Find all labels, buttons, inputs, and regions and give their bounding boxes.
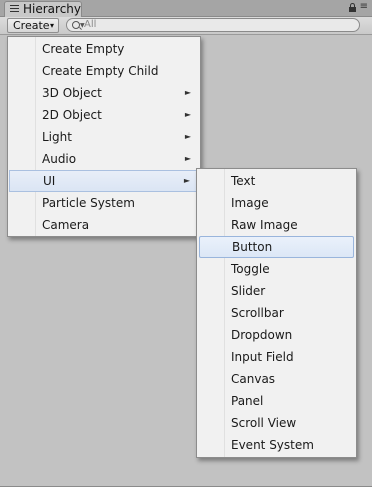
menu-item-label: Image [231,196,269,210]
menu-item-label: 3D Object [42,86,102,100]
menu-item-label: Create Empty [42,42,125,56]
menu-item-label: Input Field [231,350,294,364]
menu-item-label: Button [232,240,273,254]
menu-item-label: Scroll View [231,416,297,430]
lock-icon[interactable] [349,3,356,12]
submenu-item-button[interactable]: Button [199,236,354,258]
window-tab-bar: Hierarchy ≡ [0,0,372,17]
hierarchy-toolbar: Create ▾ ▼ [0,17,372,35]
list-icon [10,5,19,13]
submenu-item-raw-image[interactable]: Raw Image [197,214,356,236]
submenu-arrow-icon: ► [184,88,191,97]
create-menu: Create Empty Create Empty Child 3D Objec… [7,36,201,237]
menu-item-camera[interactable]: Camera [8,214,200,236]
menu-item-label: Scrollbar [231,306,284,320]
submenu-item-panel[interactable]: Panel [197,390,356,412]
menu-item-label: Raw Image [231,218,298,232]
menu-item-label: Slider [231,284,266,298]
chevron-down-icon: ▾ [49,21,54,30]
submenu-arrow-icon: ► [183,176,190,185]
submenu-arrow-icon: ► [184,154,191,163]
menu-item-label: Canvas [231,372,276,386]
menu-item-label: Light [42,130,72,144]
submenu-arrow-icon: ► [184,132,191,141]
menu-item-label: UI [43,174,56,188]
submenu-item-toggle[interactable]: Toggle [197,258,356,280]
menu-item-label: 2D Object [42,108,102,122]
menu-item-label: Create Empty Child [42,64,159,78]
menu-item-label: Toggle [231,262,270,276]
create-dropdown-button[interactable]: Create ▾ [7,18,59,33]
menu-item-light[interactable]: Light ► [8,126,200,148]
menu-item-2d-object[interactable]: 2D Object ► [8,104,200,126]
submenu-item-input-field[interactable]: Input Field [197,346,356,368]
submenu-item-event-system[interactable]: Event System [197,434,356,456]
search-input[interactable] [84,19,344,31]
menu-item-audio[interactable]: Audio ► [8,148,200,170]
menu-item-label: Text [231,174,256,188]
submenu-item-image[interactable]: Image [197,192,356,214]
menu-item-label: Panel [231,394,264,408]
menu-item-label: Camera [42,218,90,232]
ui-submenu: Text Image Raw Image Button Toggle Slide… [196,168,357,458]
submenu-item-text[interactable]: Text [197,170,356,192]
submenu-item-dropdown[interactable]: Dropdown [197,324,356,346]
submenu-item-canvas[interactable]: Canvas [197,368,356,390]
submenu-item-scrollbar[interactable]: Scrollbar [197,302,356,324]
search-icon[interactable] [72,21,80,29]
create-button-label: Create [13,19,50,32]
menu-item-ui[interactable]: UI ► [9,170,199,192]
submenu-item-scroll-view[interactable]: Scroll View [197,412,356,434]
menu-item-label: Event System [231,438,314,452]
menu-item-label: Audio [42,152,77,166]
tab-title: Hierarchy [23,2,82,16]
menu-item-particle-system[interactable]: Particle System [8,192,200,214]
menu-item-label: Particle System [42,196,135,210]
menu-item-label: Dropdown [231,328,293,342]
menu-dots-icon[interactable]: ≡ [360,2,368,12]
submenu-arrow-icon: ► [184,110,191,119]
menu-item-3d-object[interactable]: 3D Object ► [8,82,200,104]
menu-item-create-empty-child[interactable]: Create Empty Child [8,60,200,82]
submenu-item-slider[interactable]: Slider [197,280,356,302]
search-box[interactable]: ▼ [66,18,360,32]
hierarchy-tab[interactable]: Hierarchy [4,1,82,17]
menu-item-create-empty[interactable]: Create Empty [8,38,200,60]
